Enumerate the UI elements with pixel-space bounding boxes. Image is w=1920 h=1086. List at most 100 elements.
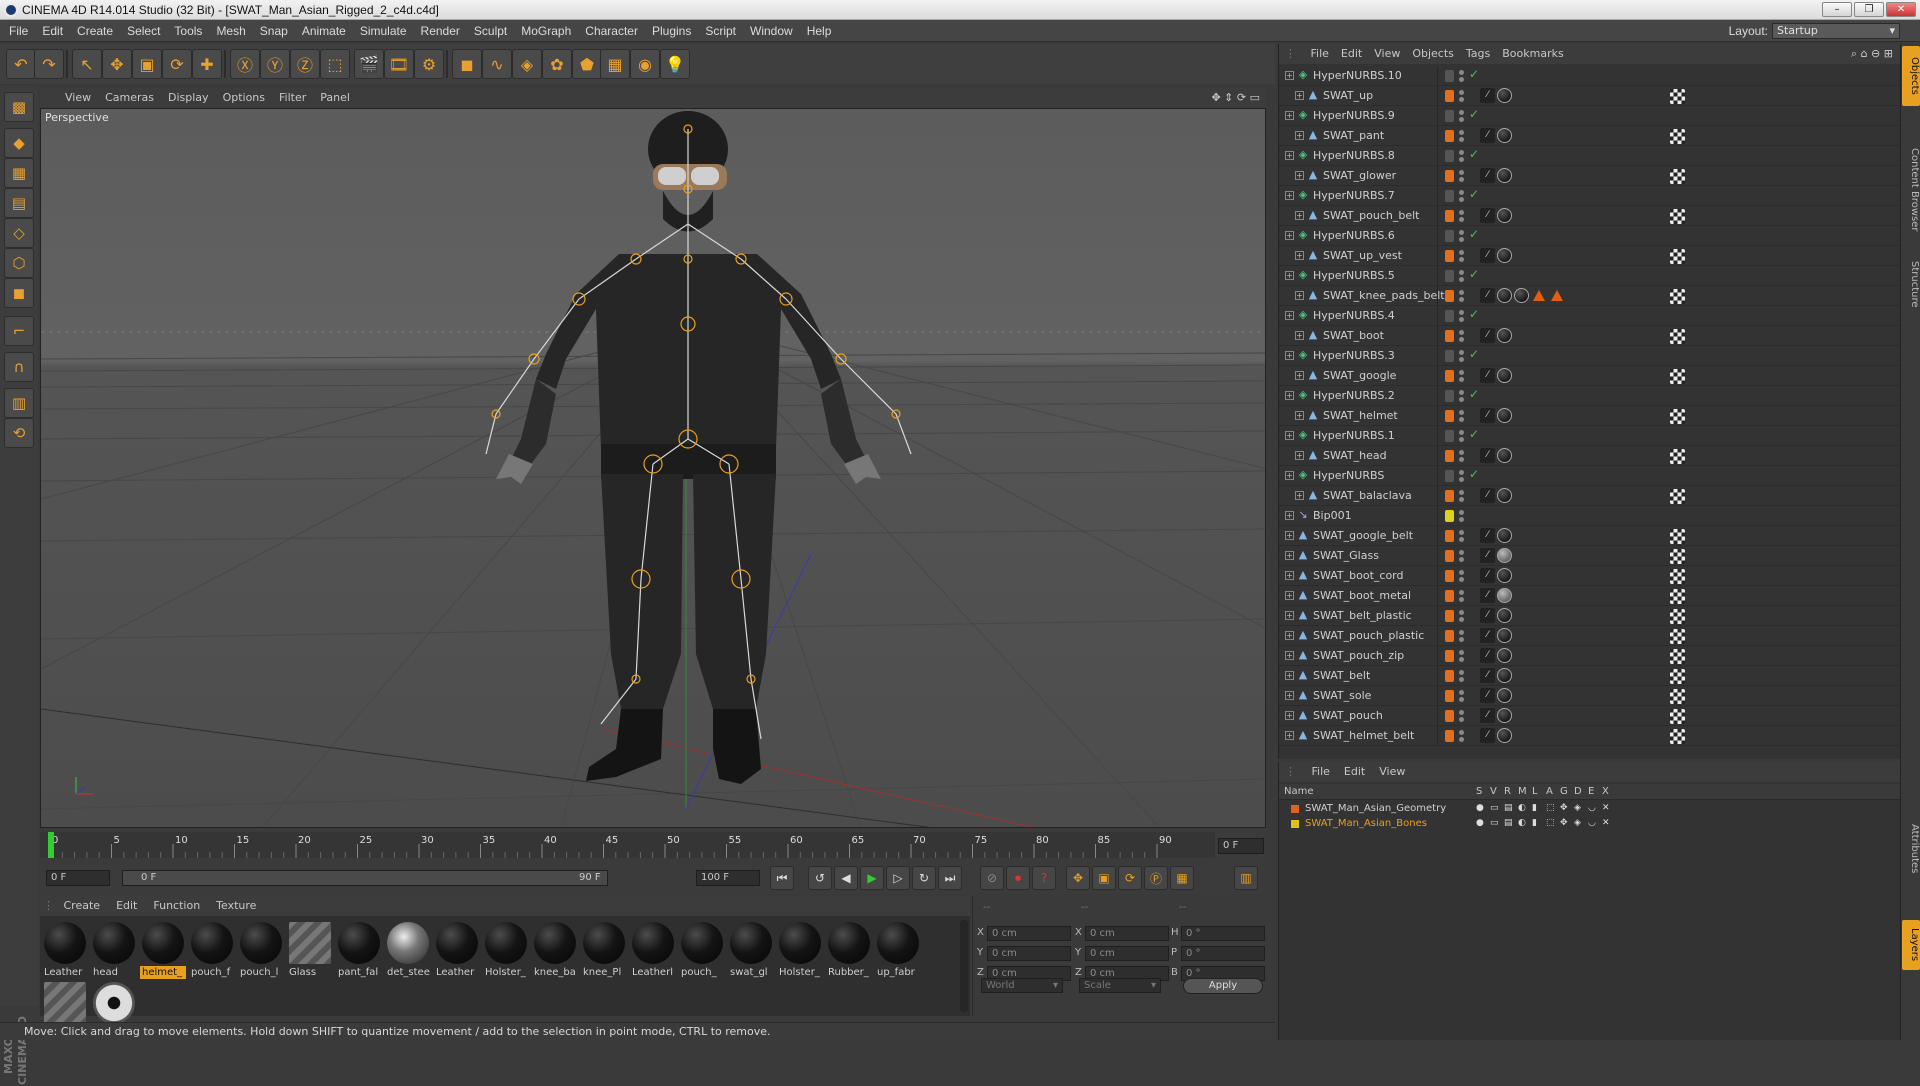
render-visibility-dot[interactable] (1459, 717, 1464, 722)
editor-visibility-dot[interactable] (1459, 310, 1464, 315)
rotation-p-field[interactable]: 0 ° (1181, 946, 1265, 961)
editor-visibility-dot[interactable] (1459, 290, 1464, 295)
editor-visibility-dot[interactable] (1459, 270, 1464, 275)
layer-color-swatch[interactable] (1445, 290, 1454, 302)
layer-row[interactable]: SWAT_Man_Asian_Geometry ● ▭ ▤ ◐ ▮ ⬚ ✥ ◈ ◡ ✕ (1279, 802, 1901, 817)
layer-color-swatch[interactable] (1445, 390, 1454, 402)
render-visibility-dot[interactable] (1459, 697, 1464, 702)
undo-button[interactable]: ↶ (6, 49, 36, 79)
render-visibility-dot[interactable] (1459, 297, 1464, 302)
viewport-menu-display[interactable]: Display (161, 88, 216, 108)
object-row[interactable]: + ▲ SWAT_boot_metal ⁄ (1279, 586, 1901, 606)
editor-visibility-dot[interactable] (1459, 590, 1464, 595)
layer-color-swatch[interactable] (1445, 470, 1454, 482)
object-row[interactable]: + ▲ SWAT_pouch_belt ⁄ (1279, 206, 1901, 226)
restriction-tag-icon[interactable] (1533, 290, 1545, 301)
object-row[interactable]: + ▲ SWAT_pant ⁄ (1279, 126, 1901, 146)
render-visibility-dot[interactable] (1459, 257, 1464, 262)
material-menu-texture[interactable]: Texture (208, 896, 264, 916)
expand-toggle-icon[interactable]: + (1285, 511, 1294, 520)
material-swatch[interactable]: pouch_l (238, 920, 284, 979)
render-visibility-dot[interactable] (1459, 577, 1464, 582)
layer-color-swatch[interactable] (1445, 670, 1454, 682)
render-visibility-dot[interactable] (1459, 597, 1464, 602)
material-swatch[interactable]: Holster_ (483, 920, 529, 979)
object-row[interactable]: + ▲ SWAT_head ⁄ (1279, 446, 1901, 466)
enabled-check-icon[interactable]: ✓ (1469, 107, 1479, 121)
layer-menu-edit[interactable]: Edit (1337, 762, 1372, 782)
layer-color-swatch[interactable] (1445, 410, 1454, 422)
expand-toggle-icon[interactable]: + (1285, 391, 1294, 400)
material-tag-icon[interactable] (1497, 248, 1512, 263)
go-to-end-button[interactable]: ⏭ (938, 866, 962, 890)
render-settings-button[interactable]: ⚙ (414, 49, 444, 79)
lock-button[interactable]: ⟲ (4, 418, 34, 448)
editor-visibility-dot[interactable] (1459, 730, 1464, 735)
material-tag-icon[interactable] (1497, 128, 1512, 143)
layer-color-swatch[interactable] (1291, 805, 1299, 813)
layer-toggle-icon[interactable]: ▤ (1504, 803, 1513, 813)
enabled-check-icon[interactable]: ✓ (1469, 387, 1479, 401)
render-visibility-dot[interactable] (1459, 77, 1464, 82)
expand-toggle-icon[interactable]: + (1295, 211, 1304, 220)
layer-color-swatch[interactable] (1445, 550, 1454, 562)
editor-visibility-dot[interactable] (1459, 410, 1464, 415)
material-tag-icon[interactable] (1497, 628, 1512, 643)
material-tag-icon[interactable] (1497, 448, 1512, 463)
uvw-tag-icon[interactable] (1670, 329, 1685, 344)
layer-toggle-icon[interactable]: ⬚ (1546, 803, 1555, 813)
expand-toggle-icon[interactable]: + (1285, 231, 1294, 240)
enabled-check-icon[interactable]: ✓ (1469, 427, 1479, 441)
editor-visibility-dot[interactable] (1459, 490, 1464, 495)
layer-column-v[interactable]: V (1490, 786, 1497, 797)
camera-button[interactable]: ◉ (630, 49, 660, 79)
uvw-tag-icon[interactable] (1670, 709, 1685, 724)
expand-toggle-icon[interactable]: + (1285, 631, 1294, 640)
expand-toggle-icon[interactable]: + (1295, 411, 1304, 420)
uvw-tag-icon[interactable] (1670, 589, 1685, 604)
expand-toggle-icon[interactable]: + (1285, 671, 1294, 680)
layer-color-swatch[interactable] (1445, 250, 1454, 262)
material-swatch[interactable]: Glass (287, 920, 333, 979)
menu-create[interactable]: Create (70, 20, 120, 42)
render-visibility-dot[interactable] (1459, 677, 1464, 682)
scale-button[interactable]: ▣ (132, 49, 162, 79)
phong-tag-icon[interactable]: ⁄ (1480, 648, 1495, 663)
material-swatch[interactable]: Leather (42, 920, 88, 979)
key-position-button[interactable]: ✥ (1066, 866, 1090, 890)
enabled-check-icon[interactable]: ✓ (1469, 307, 1479, 321)
layer-color-swatch[interactable] (1445, 210, 1454, 222)
render-visibility-dot[interactable] (1459, 417, 1464, 422)
object-row[interactable]: + ▲ SWAT_pouch ⁄ (1279, 706, 1901, 726)
object-row[interactable]: + ◈ HyperNURBS.1 ✓ (1279, 426, 1901, 446)
object-row[interactable]: + ◈ HyperNURBS.5 ✓ (1279, 266, 1901, 286)
editor-visibility-dot[interactable] (1459, 450, 1464, 455)
layer-column-e[interactable]: E (1588, 786, 1594, 797)
layer-toggle-icon[interactable]: ▤ (1504, 818, 1513, 828)
layout-select[interactable]: Startup ▾ (1772, 23, 1900, 39)
material-swatch[interactable]: pouch_f (189, 920, 235, 979)
size-mode-select[interactable]: Scale ▾ (1079, 978, 1161, 993)
editor-visibility-dot[interactable] (1459, 90, 1464, 95)
viewport-menu-view[interactable]: View (58, 88, 98, 108)
object-menu-tags[interactable]: Tags (1460, 44, 1496, 64)
render-visibility-dot[interactable] (1459, 397, 1464, 402)
phong-tag-icon[interactable]: ⁄ (1480, 408, 1495, 423)
object-row[interactable]: + ◈ HyperNURBS ✓ (1279, 466, 1901, 486)
material-swatch[interactable]: pouch_ (679, 920, 725, 979)
layer-toggle-icon[interactable]: ✥ (1560, 803, 1568, 813)
end-frame-field[interactable]: 100 F (696, 870, 760, 886)
viewport-menu-options[interactable]: Options (216, 88, 272, 108)
layer-menu-file[interactable]: File (1305, 762, 1337, 782)
rotate-button[interactable]: ⟳ (162, 49, 192, 79)
object-row[interactable]: + ◈ HyperNURBS.2 ✓ (1279, 386, 1901, 406)
menu-snap[interactable]: Snap (253, 20, 295, 42)
render-visibility-dot[interactable] (1459, 337, 1464, 342)
menu-select[interactable]: Select (120, 20, 167, 42)
enabled-check-icon[interactable]: ✓ (1469, 467, 1479, 481)
enabled-check-icon[interactable]: ✓ (1469, 347, 1479, 361)
render-visibility-dot[interactable] (1459, 317, 1464, 322)
phong-tag-icon[interactable]: ⁄ (1480, 668, 1495, 683)
uvw-tag-icon[interactable] (1670, 489, 1685, 504)
object-row[interactable]: + ◈ HyperNURBS.7 ✓ (1279, 186, 1901, 206)
